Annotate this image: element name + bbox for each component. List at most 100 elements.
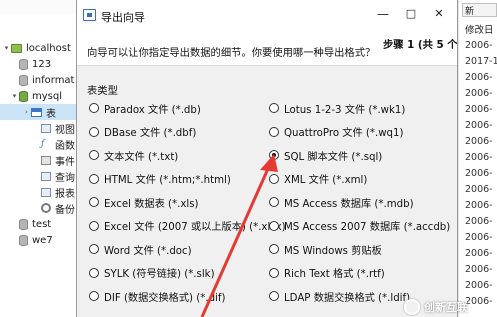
format-option[interactable]: SQL 脚本文件 (*.sql) [269,147,382,163]
tree-item[interactable]: informat [0,72,76,88]
tree-item[interactable]: test [0,216,76,232]
wizard-header: 向导可以让你指定导出数据的细节。你要使用哪一种导出格式？ 步骤 1 (共 5 个… [77,30,457,66]
format-option-label: Word 文件 (*.doc) [104,245,192,257]
modified-date-header[interactable]: 修改日 [465,22,497,38]
radio-checked[interactable] [269,150,279,160]
format-option[interactable]: QuattroPro 文件 (*.wq1) [269,124,403,140]
radio-button[interactable] [89,244,99,254]
function-icon: ƒ [41,139,45,149]
object-icon [41,171,51,181]
radio-button[interactable] [89,150,99,160]
format-option[interactable]: Paradox 文件 (*.db) [89,100,201,116]
tree-item[interactable]: 报表 [0,184,76,200]
format-option[interactable]: DIF (数据交换格式) (*.dif) [89,288,225,304]
format-option[interactable]: Excel 数据表 (*.xls) [89,194,198,210]
export-wizard-dialog: 导出向导 — □ ✕ 向导可以让你指定导出数据的细节。你要使用哪一种导出格式？ … [76,0,458,317]
tree-item[interactable]: 事件 [0,152,76,168]
date-cell: 2006- [465,184,493,195]
radio-button[interactable] [269,126,279,137]
format-option-label: DBase 文件 (*.dbf) [104,128,197,139]
dialog-titlebar[interactable]: 导出向导 — □ ✕ [77,0,457,30]
format-option-label: SQL 脚本文件 (*.sql) [284,151,383,163]
date-cell: 2006- [465,248,493,259]
format-option[interactable]: SYLK (符号链接) (*.slk) [89,265,215,281]
radio-button[interactable] [269,103,279,113]
radio-button[interactable] [89,267,99,278]
table-icon [31,107,42,117]
format-option-label: HTML 文件 (*.htm;*.html) [104,175,231,186]
database-open-icon [19,90,28,102]
tree-item[interactable]: › 表 [0,104,76,120]
format-option[interactable]: MS Windows 剪贴板 [269,241,382,257]
radio-button[interactable] [269,220,279,231]
radio-button[interactable] [269,244,279,254]
format-option[interactable]: XML 文件 (*.xml) [269,171,367,187]
format-option[interactable]: MS Access 2007 数据库 (*.accdb) [269,218,450,234]
wizard-description: 向导可以让你指定导出数据的细节。你要使用哪一种导出格式？ [87,47,376,59]
date-cell: 2006- [465,104,493,115]
export-wizard-icon [83,9,96,21]
expand-arrow-icon[interactable]: ▾ [2,44,11,52]
format-option-label: Paradox 文件 (*.db) [104,104,201,116]
tree-item-label: 表 [46,108,56,120]
date-cell: 2006- [465,216,493,227]
radio-button[interactable] [269,267,279,278]
tree-item-label: 123 [32,58,52,70]
format-option-label: LDAP 数据交换格式 (*.ldif) [284,292,411,304]
format-option[interactable]: LDAP 数据交换格式 (*.ldif) [269,288,410,304]
radio-button[interactable] [269,197,279,207]
radio-button[interactable] [269,173,279,184]
radio-button[interactable] [89,291,99,301]
tree-item-label: localhost [26,42,71,54]
format-option[interactable]: 文本文件 (*.txt) [89,147,178,163]
format-option[interactable]: MS Access 数据库 (*.mdb) [269,194,414,210]
new-button[interactable]: 新 [462,3,497,17]
format-option[interactable]: Excel 文件 (2007 或以上版本) (*.xlsx) [89,218,286,234]
format-option-label: Rich Text 格式 (*.rtf) [284,269,385,280]
database-icon [19,58,28,70]
database-icon [19,218,28,230]
server-icon [11,43,22,53]
date-cell: 2006- [465,280,493,291]
format-option-label: XML 文件 (*.xml) [284,175,368,186]
radio-button[interactable] [89,126,99,137]
tree-item-label: 视图 [55,124,75,136]
tree-item[interactable]: 查询 [0,168,76,184]
table-type-group-label: 表类型 [87,85,118,97]
tree-item[interactable]: ƒ 函数 [0,136,76,152]
expand-arrow-icon[interactable]: › [22,108,31,116]
date-cell: 2006- [465,88,493,99]
close-button[interactable]: ✕ [429,6,449,22]
tree-item[interactable]: ▾ localhost [0,40,76,56]
radio-button[interactable] [89,197,99,207]
date-cell: 2006- [465,136,493,147]
date-cell: 2006- [465,72,493,83]
minimize-button[interactable]: — [373,6,393,22]
format-option[interactable]: DBase 文件 (*.dbf) [89,124,196,140]
format-option[interactable]: HTML 文件 (*.htm;*.html) [89,171,231,187]
tree-item[interactable]: 123 [0,56,76,72]
tree-item[interactable]: 视图 [0,120,76,136]
format-option[interactable]: Lotus 1-2-3 文件 (*.wk1) [269,100,405,116]
maximize-button[interactable]: □ [401,6,421,22]
tree-item[interactable]: 备份 [0,200,76,216]
tree-item[interactable]: we7 [0,232,76,248]
format-option-label: MS Access 数据库 (*.mdb) [284,198,414,210]
tree-item-label: 事件 [55,156,75,168]
format-option-label: 文本文件 (*.txt) [104,151,179,163]
radio-button[interactable] [89,220,99,231]
format-option-label: Lotus 1-2-3 文件 (*.wk1) [284,104,406,116]
radio-button[interactable] [89,173,99,184]
radio-button[interactable] [89,103,99,113]
radio-button[interactable] [269,291,279,301]
tree-toolbar-strip [0,0,76,14]
tree-item[interactable]: ▾ mysql [0,88,76,104]
date-cell: 2006- [465,168,493,179]
screenshot-root: ▾ localhost 123 informat ▾ mysql › 表视图 ƒ 函数 事件 查询 报表… [0,0,497,317]
expand-arrow-icon[interactable]: ▾ [10,92,19,100]
watermark-text: 创新互联 [424,300,468,314]
tree-item-label: 函数 [55,140,75,152]
format-option[interactable]: Rich Text 格式 (*.rtf) [269,265,385,281]
database-icon [19,234,28,246]
format-option[interactable]: Word 文件 (*.doc) [89,241,192,257]
